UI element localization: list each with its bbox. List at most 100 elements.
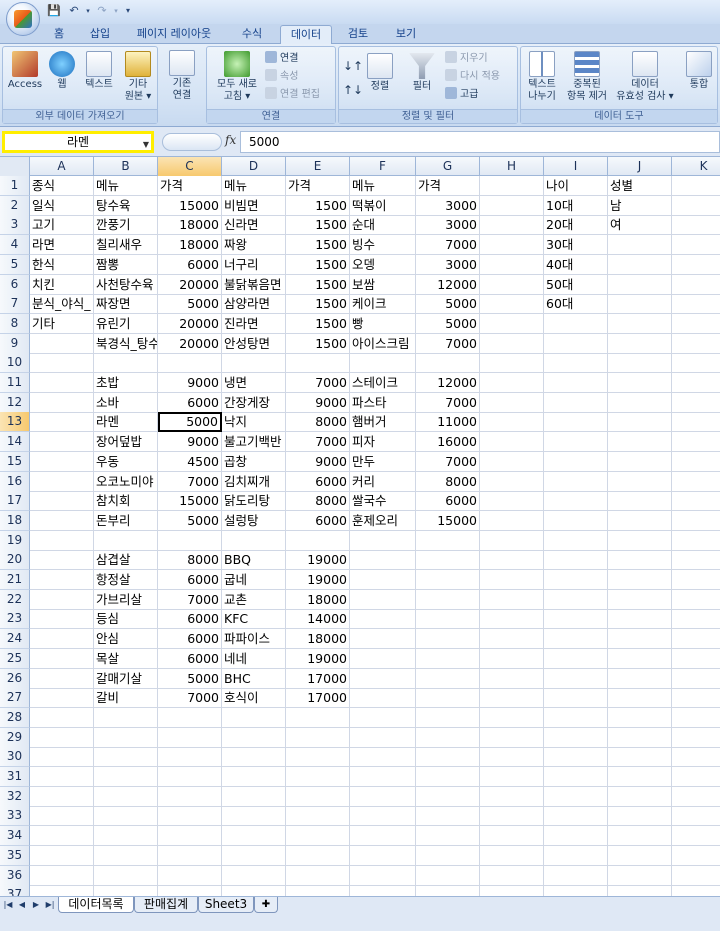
cell-i17[interactable] — [544, 491, 608, 512]
row-header-28[interactable]: 28 — [0, 707, 30, 728]
cell-g19[interactable] — [416, 530, 480, 551]
cell-j16[interactable] — [608, 471, 672, 492]
cell-f13[interactable]: 햄버거 — [350, 412, 416, 433]
cell-j8[interactable] — [608, 313, 672, 334]
cell-c36[interactable] — [158, 865, 222, 886]
cell-g17[interactable]: 6000 — [416, 491, 480, 512]
cell-h5[interactable] — [480, 254, 544, 275]
row-header-34[interactable]: 34 — [0, 826, 30, 847]
cell-d32[interactable] — [222, 786, 286, 807]
cell-i21[interactable] — [544, 570, 608, 590]
worksheet-grid[interactable]: ABCDEFGHIJK 1 종식 메뉴 가격 메뉴 가격 메뉴 가격 나이 성별 2 일식 탕수육 150… — [0, 157, 720, 896]
cell-a16[interactable] — [30, 471, 94, 492]
cell-h8[interactable] — [480, 313, 544, 334]
cell-c31[interactable] — [158, 767, 222, 787]
name-box[interactable]: 라멘 ▼ — [2, 131, 154, 153]
cell-k12[interactable] — [672, 393, 720, 413]
cell-b14[interactable]: 장어덮밥 — [94, 432, 158, 453]
cell-d10[interactable] — [222, 353, 286, 374]
cell-k36[interactable] — [672, 866, 720, 886]
row-header-26[interactable]: 26 — [0, 668, 30, 689]
cell-b7[interactable]: 짜장면 — [94, 294, 158, 315]
cell-e14[interactable]: 7000 — [286, 432, 350, 453]
clear-filter-button[interactable]: 지우기 — [445, 51, 488, 66]
cell-g8[interactable]: 5000 — [416, 313, 480, 334]
row-header-12[interactable]: 12 — [0, 392, 30, 413]
cell-g27[interactable] — [416, 688, 480, 709]
cell-g20[interactable] — [416, 550, 480, 571]
cell-b31[interactable] — [94, 767, 158, 787]
cell-f21[interactable] — [350, 570, 416, 590]
cell-i14[interactable] — [544, 432, 608, 453]
cell-i1[interactable]: 나이 — [544, 176, 608, 196]
cell-d19[interactable] — [222, 530, 286, 551]
cell-a3[interactable]: 고기 — [30, 215, 94, 236]
cell-j19[interactable] — [608, 530, 672, 551]
row-header-13[interactable]: 13 — [0, 412, 30, 433]
row-header-15[interactable]: 15 — [0, 451, 30, 472]
cell-d34[interactable] — [222, 826, 286, 847]
cell-b3[interactable]: 깐풍기 — [94, 215, 158, 236]
column-header-c[interactable]: C — [158, 157, 222, 176]
cell-a7[interactable]: 분식_야식_ — [30, 294, 94, 315]
cell-k21[interactable] — [672, 570, 720, 590]
cell-k15[interactable] — [672, 452, 720, 472]
cell-a1[interactable]: 종식 — [30, 176, 94, 196]
cell-i26[interactable] — [544, 668, 608, 689]
cell-a20[interactable] — [30, 550, 94, 571]
cell-g34[interactable] — [416, 826, 480, 847]
tab-data[interactable]: 데이터 — [280, 25, 332, 44]
cell-c18[interactable]: 5000 — [158, 510, 222, 531]
cell-a14[interactable] — [30, 432, 94, 453]
cell-a2[interactable]: 일식 — [30, 195, 94, 216]
cell-j11[interactable] — [608, 373, 672, 393]
row-header-8[interactable]: 8 — [0, 313, 30, 334]
cell-h23[interactable] — [480, 609, 544, 630]
cell-d27[interactable]: 호식이 — [222, 688, 286, 709]
cell-j30[interactable] — [608, 747, 672, 768]
cell-g2[interactable]: 3000 — [416, 195, 480, 216]
cell-d15[interactable]: 곱창 — [222, 451, 286, 472]
cell-i36[interactable] — [544, 865, 608, 886]
tab-insert[interactable]: 삽입 — [82, 25, 118, 44]
cell-b19[interactable] — [94, 530, 158, 551]
sheet-tab-sheet3[interactable]: Sheet3 — [198, 897, 254, 913]
cell-e3[interactable]: 1500 — [286, 215, 350, 236]
cell-d2[interactable]: 비빔면 — [222, 195, 286, 216]
column-header-e[interactable]: E — [286, 157, 350, 176]
cell-j36[interactable] — [608, 865, 672, 886]
cell-i15[interactable] — [544, 451, 608, 472]
cell-f34[interactable] — [350, 826, 416, 847]
cell-j20[interactable] — [608, 550, 672, 571]
cell-e12[interactable]: 9000 — [286, 392, 350, 413]
cell-e23[interactable]: 14000 — [286, 609, 350, 630]
cell-j32[interactable] — [608, 786, 672, 807]
cell-f26[interactable] — [350, 668, 416, 689]
row-header-27[interactable]: 27 — [0, 688, 30, 709]
cell-f37[interactable] — [350, 885, 416, 896]
cell-b1[interactable]: 메뉴 — [94, 176, 158, 196]
cell-b21[interactable]: 항정살 — [94, 570, 158, 590]
cell-h32[interactable] — [480, 786, 544, 807]
sort-descending-icon[interactable]: ↑↓ — [343, 83, 363, 97]
cell-b16[interactable]: 오코노미야 — [94, 471, 158, 492]
cell-j35[interactable] — [608, 845, 672, 866]
cell-i35[interactable] — [544, 845, 608, 866]
row-header-36[interactable]: 36 — [0, 865, 30, 886]
cell-h28[interactable] — [480, 707, 544, 728]
cell-h10[interactable] — [480, 353, 544, 374]
row-header-21[interactable]: 21 — [0, 570, 30, 590]
cell-f33[interactable] — [350, 806, 416, 827]
cell-f27[interactable] — [350, 688, 416, 709]
cell-a26[interactable] — [30, 668, 94, 689]
cell-e26[interactable]: 17000 — [286, 668, 350, 689]
cell-c26[interactable]: 5000 — [158, 668, 222, 689]
cell-k37[interactable] — [672, 885, 720, 896]
cell-c4[interactable]: 18000 — [158, 235, 222, 256]
row-header-14[interactable]: 14 — [0, 432, 30, 453]
cell-g1[interactable]: 가격 — [416, 176, 480, 196]
cell-d28[interactable] — [222, 707, 286, 728]
cell-c35[interactable] — [158, 845, 222, 866]
cell-c5[interactable]: 6000 — [158, 254, 222, 275]
cell-h29[interactable] — [480, 727, 544, 748]
